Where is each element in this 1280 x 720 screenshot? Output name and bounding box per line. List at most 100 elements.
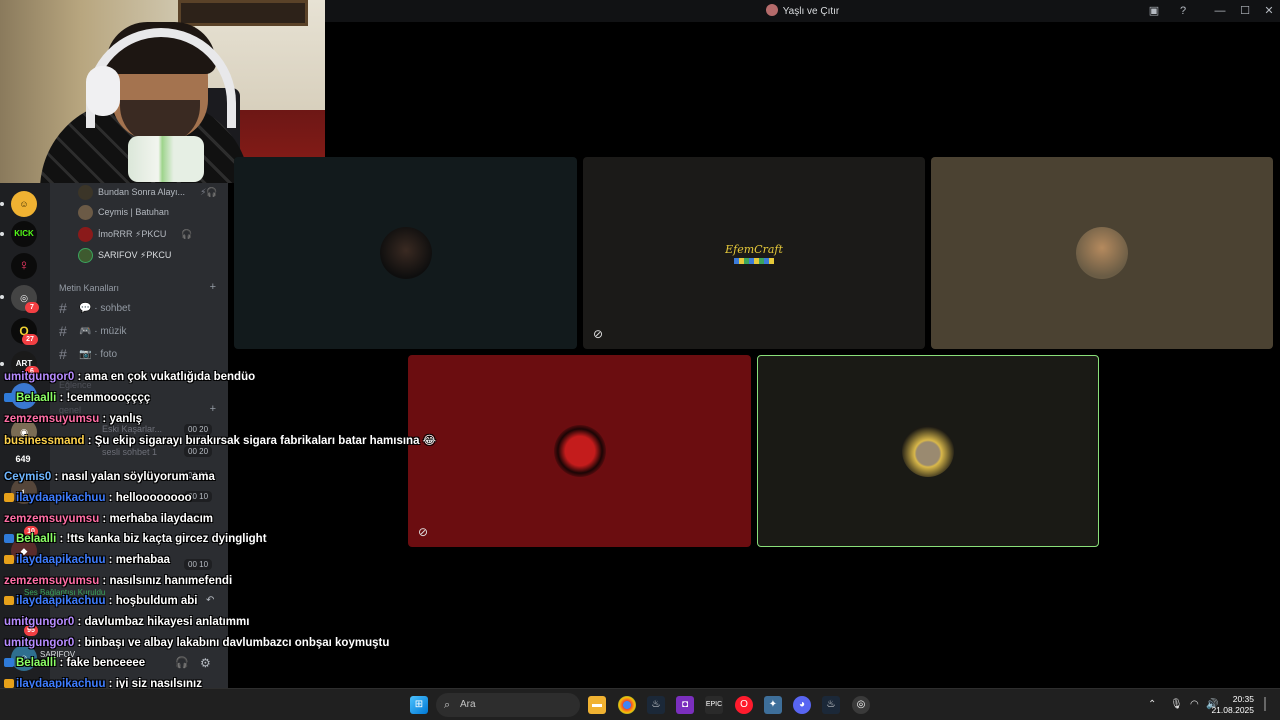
webcam-headset-earcup <box>86 66 120 116</box>
obs-icon[interactable]: ◎ <box>852 696 870 714</box>
server-icon[interactable]: ♀ <box>11 253 37 279</box>
chat-text: : ama en çok vukatlığıda bendüo <box>74 371 256 383</box>
app-icon[interactable]: ◘ <box>676 696 694 714</box>
chat-text: : nasılsınız hanımefendi <box>99 575 233 587</box>
app-icon[interactable]: ✦ <box>764 696 782 714</box>
speaking-participant-tile[interactable] <box>757 355 1099 547</box>
opera-icon[interactable]: O <box>735 696 753 714</box>
chevron-up-icon[interactable]: ⌃ <box>1148 699 1156 710</box>
inbox-icon[interactable]: ▣ <box>1143 2 1165 20</box>
chat-message: umitgungor0 : ama en çok vukatlığıda ben… <box>4 371 255 383</box>
participant-tile[interactable] <box>234 157 577 349</box>
channel-sohbet[interactable]: # 💬 · sohbet <box>59 300 130 316</box>
avatar <box>78 226 93 242</box>
taskbar: ⊞ ⌕ Ara ▬ ♨ ◘ EPIC O ✦ ◕ ♨ ◎ ⌃ 🎙 ◠ 🔊 20:3… <box>0 688 1280 720</box>
participant-avatar <box>553 425 606 477</box>
chat-username: umitgungor0 <box>4 637 75 649</box>
chat-username: Belaalli <box>16 533 57 545</box>
chrome-icon[interactable] <box>618 696 636 714</box>
participant-avatar <box>379 227 432 279</box>
steam-icon[interactable]: ♨ <box>822 696 840 714</box>
webcam-overlay <box>0 0 325 183</box>
chat-username: ilaydaapikachuu <box>16 554 106 566</box>
chat-message: umitgungor0 : davlumbaz hikayesi anlatım… <box>4 616 249 628</box>
minimize-button[interactable]: — <box>1209 2 1231 20</box>
channel-foto[interactable]: # 📷 · foto <box>59 346 117 362</box>
clock-date: 21.08.2025 <box>1211 705 1254 715</box>
participant-tile[interactable]: EfemCraft ⊘ <box>583 157 925 349</box>
unread-pill <box>0 362 4 366</box>
chat-message: ilaydaapikachuu : merhabaa <box>4 554 170 566</box>
chat-message: Belaalli : fake benceeee <box>4 657 145 669</box>
clock-time: 20:35 <box>1232 694 1254 704</box>
mention-badge: 7 <box>25 302 39 313</box>
maximize-button[interactable]: ☐ <box>1234 2 1256 20</box>
voice-user[interactable]: İmoRRR ⚡PKCU 🎧 <box>78 225 193 243</box>
avatar <box>78 204 93 220</box>
window-title: Yaşlı ve Çıtır <box>325 4 1280 17</box>
channel-label: 💬 · sohbet <box>79 302 131 314</box>
help-icon[interactable]: ? <box>1172 2 1194 20</box>
subscriber-badge-icon <box>4 555 14 564</box>
chat-text: : !tts kanka biz kaçta gircez dyinglight <box>56 533 267 545</box>
chat-username: umitgungor0 <box>4 616 75 628</box>
channel-label: 🎮 · müzik <box>79 325 127 337</box>
clock[interactable]: 20:35 21.08.2025 <box>1211 694 1254 716</box>
chat-message: ilaydaapikachuu : helloooooooo <box>4 492 192 504</box>
subscriber-badge-icon <box>4 493 14 502</box>
chat-message: Belaalli : !cemmoooçççç <box>4 392 150 404</box>
kick-server-icon[interactable]: KICK <box>11 221 37 247</box>
chat-text: : yanlış <box>99 413 143 425</box>
steam-icon[interactable]: ♨ <box>647 696 665 714</box>
epic-games-icon[interactable]: EPIC <box>705 696 723 714</box>
chat-message: businessmand : Şu ekip sigarayı bırakırs… <box>4 433 436 447</box>
platform-icons <box>734 258 774 264</box>
avatar <box>78 247 93 263</box>
server-icon[interactable]: ☺ <box>11 191 37 217</box>
search-box[interactable]: ⌕ Ara <box>436 693 580 717</box>
voice-user[interactable]: Ceymis | Batuhan <box>78 203 169 221</box>
chat-username: zemzemsuyumsu <box>4 513 100 525</box>
file-explorer-icon[interactable]: ▬ <box>588 696 606 714</box>
voice-user[interactable]: SARIFOV ⚡PKCU <box>78 246 171 264</box>
wifi-icon[interactable]: ◠ <box>1190 699 1199 710</box>
unread-pill <box>0 202 4 206</box>
chat-message: zemzemsuyumsu : nasılsınız hanımefendi <box>4 575 232 587</box>
chat-message: Ceymis0 : nasıl yalan söylüyorum ama <box>4 471 215 483</box>
chat-text: : hoşbuldum abi <box>105 595 198 607</box>
chat-message: zemzemsuyumsu : merhaba ilaydacım <box>4 513 213 525</box>
chat-username: Ceymis0 <box>4 471 52 483</box>
chat-text: : helloooooooo <box>105 492 192 504</box>
participant-tile[interactable] <box>931 157 1273 349</box>
channel-muzik[interactable]: # 🎮 · müzik <box>59 323 126 339</box>
show-desktop-button[interactable] <box>1264 697 1266 711</box>
voice-user[interactable]: Bundan Sonra Alayı... ⚡🎧 <box>78 183 218 201</box>
voice-user-name: SARIFOV ⚡PKCU <box>98 249 172 260</box>
start-button[interactable]: ⊞ <box>410 696 428 714</box>
chat-text: : davlumbaz hikayesi anlatımmı <box>74 616 250 628</box>
subscriber-badge-icon <box>4 658 14 667</box>
deafen-icon: ⚡🎧 <box>200 186 218 197</box>
category-text-channels[interactable]: Metin Kanalları <box>59 283 119 293</box>
add-channel-icon[interactable]: + <box>210 281 216 293</box>
voice-user-name: İmoRRR ⚡PKCU <box>98 228 167 239</box>
microphone-icon[interactable]: 🎙 <box>1170 699 1183 710</box>
discord-icon[interactable]: ◕ <box>793 696 811 714</box>
chat-text: : Şu ekip sigarayı bırakırsak sigara fab… <box>84 435 437 447</box>
chat-text: : binbaşı ve albay lakabını davlumbazcı … <box>74 637 390 649</box>
search-placeholder: Ara <box>460 699 476 710</box>
subscriber-badge-icon <box>4 596 14 605</box>
server-avatar-icon <box>765 4 778 16</box>
mute-icon: 🎧 <box>181 228 193 239</box>
chat-message: umitgungor0 : binbaşı ve albay lakabını … <box>4 637 389 649</box>
chat-username: Belaalli <box>16 392 57 404</box>
hash-icon: # <box>59 300 67 316</box>
subscriber-badge-icon <box>4 393 14 402</box>
title-bar: Yaşlı ve Çıtır ▣ ? — ☐ ✕ <box>325 0 1280 22</box>
mention-badge: 27 <box>22 334 38 345</box>
hash-icon: # <box>59 323 67 339</box>
participant-avatar <box>902 425 954 477</box>
close-button[interactable]: ✕ <box>1258 2 1280 20</box>
chat-username: umitgungor0 <box>4 371 75 383</box>
webcam-picture-frame <box>178 0 308 26</box>
